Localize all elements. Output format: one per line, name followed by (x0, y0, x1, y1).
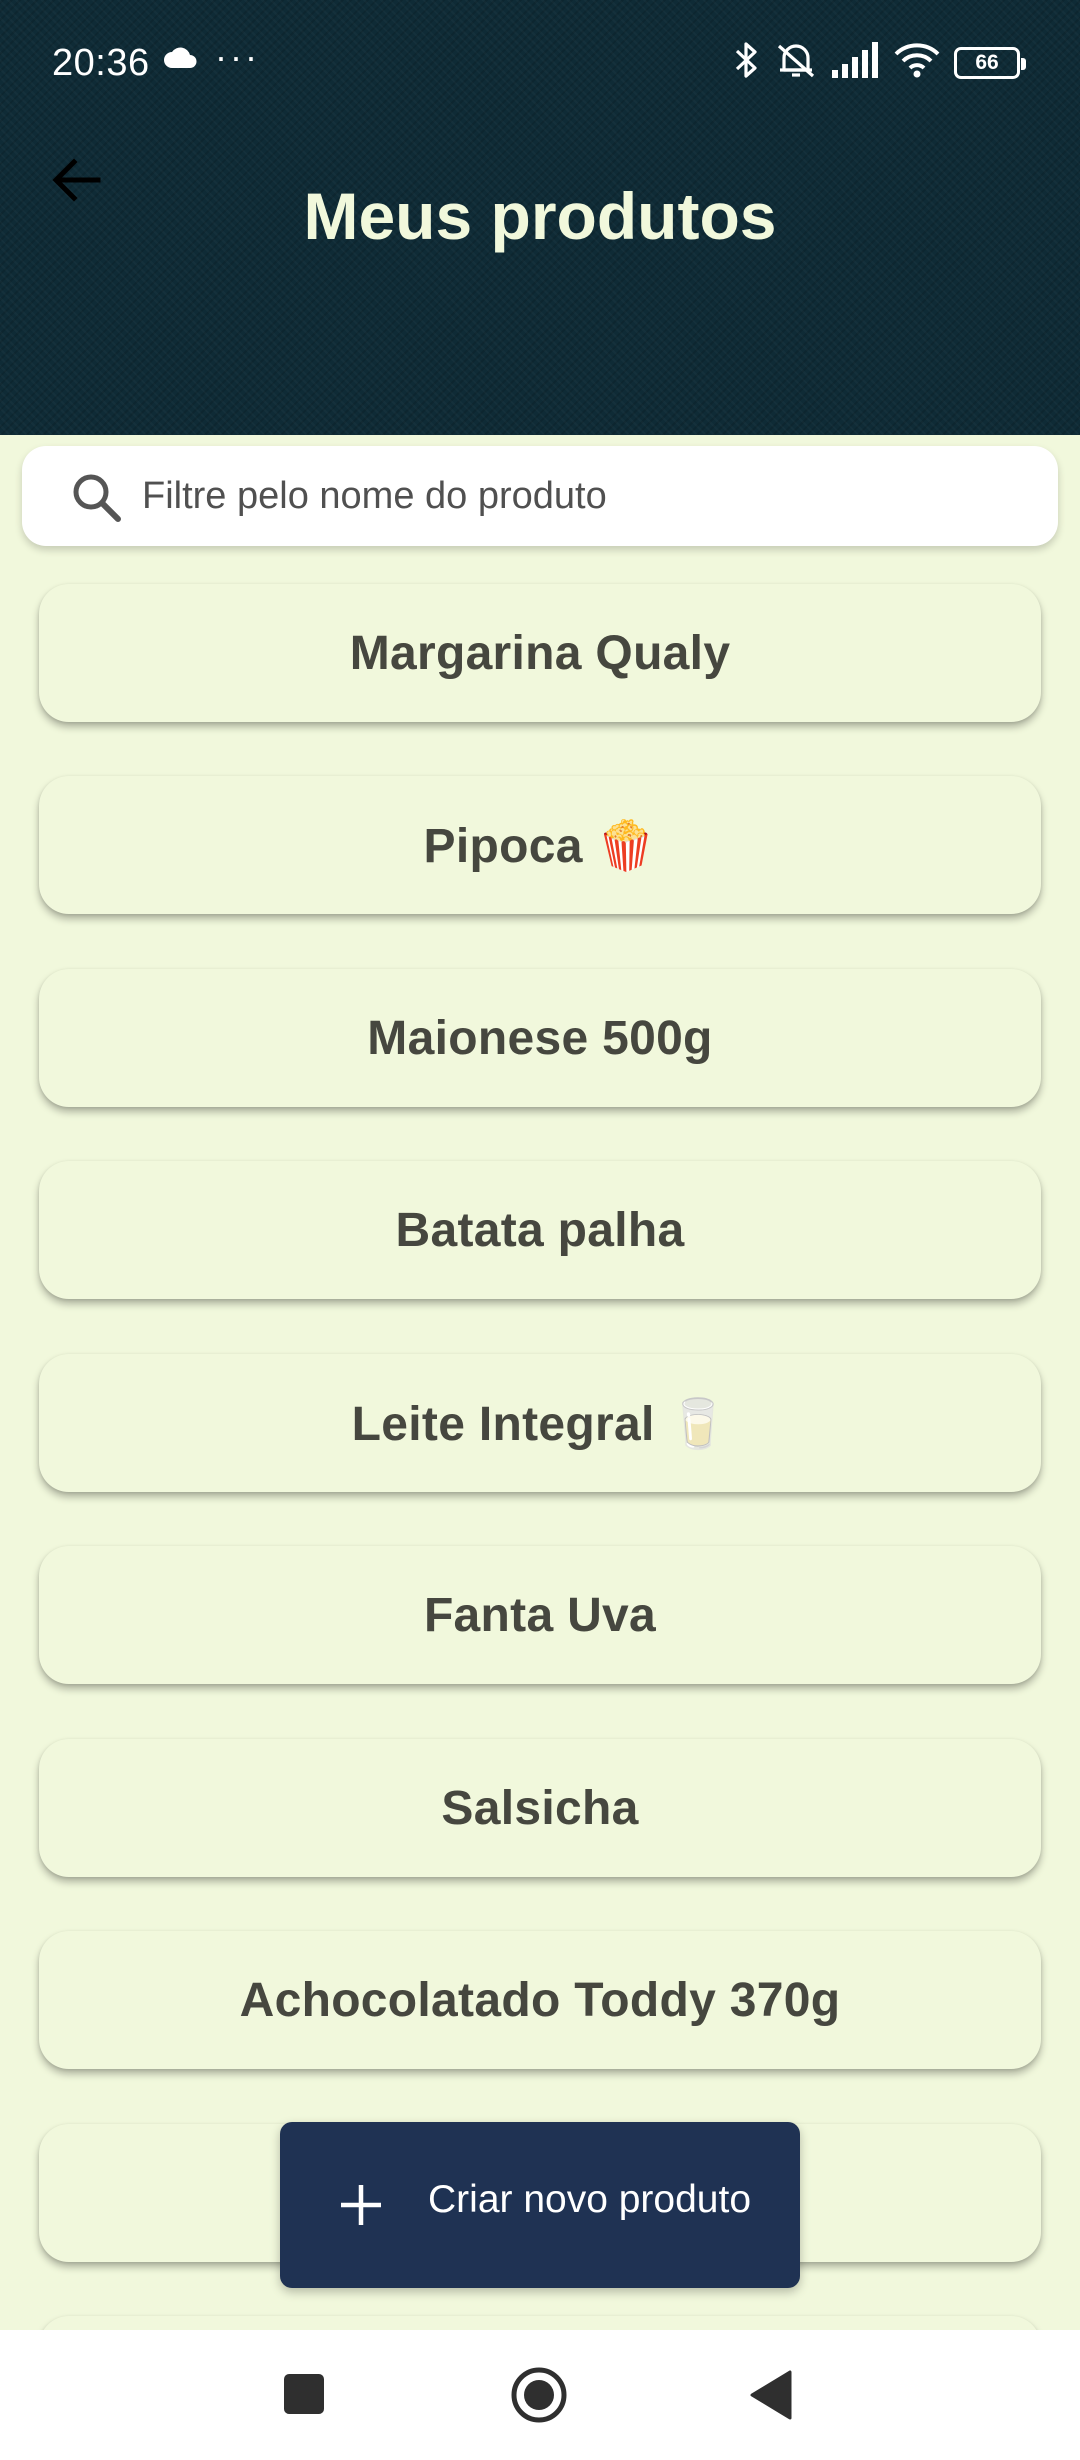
search-input[interactable] (142, 446, 1022, 546)
product-name: Margarina Qualy (349, 626, 731, 680)
product-card[interactable]: Achocolatado Toddy 370g (39, 1931, 1041, 2069)
product-name: Pipoca 🍿 (423, 819, 657, 873)
create-product-button[interactable]: Criar novo produto (280, 2122, 800, 2288)
circle-icon[interactable] (510, 2366, 568, 2429)
product-name: Fanta Uva (423, 1588, 657, 1642)
product-card[interactable]: Salsicha (39, 1739, 1041, 1877)
product-name: Batata palha (395, 1203, 685, 1257)
product-name: Leite Integral 🥛 (351, 1397, 729, 1451)
app-screen: 20:36 ··· 66 Meus produtos Margarina Qua… (0, 0, 1080, 2460)
search-icon (70, 471, 122, 528)
search-bar (22, 446, 1058, 546)
product-name: Salsicha (441, 1781, 639, 1835)
product-name: Achocolatado Toddy 370g (239, 1973, 841, 2027)
system-nav-bar (0, 2330, 1080, 2460)
product-card[interactable]: Batata palha (39, 1161, 1041, 1299)
product-card[interactable]: Fanta Uva (39, 1546, 1041, 1684)
triangle-icon[interactable] (750, 2370, 794, 2425)
square-icon[interactable] (282, 2372, 326, 2421)
product-list: Margarina Qualy Pipoca 🍿 Maionese 500g B… (0, 0, 1080, 2454)
create-product-label: Criar novo produto (428, 2178, 752, 2221)
product-card[interactable]: Margarina Qualy (39, 584, 1041, 722)
plus-icon (338, 2182, 384, 2233)
product-card[interactable]: Leite Integral 🥛 (39, 1354, 1041, 1492)
product-card[interactable]: Maionese 500g (39, 969, 1041, 1107)
product-card[interactable]: Pipoca 🍿 (39, 776, 1041, 914)
product-name: Maionese 500g (367, 1011, 713, 1065)
